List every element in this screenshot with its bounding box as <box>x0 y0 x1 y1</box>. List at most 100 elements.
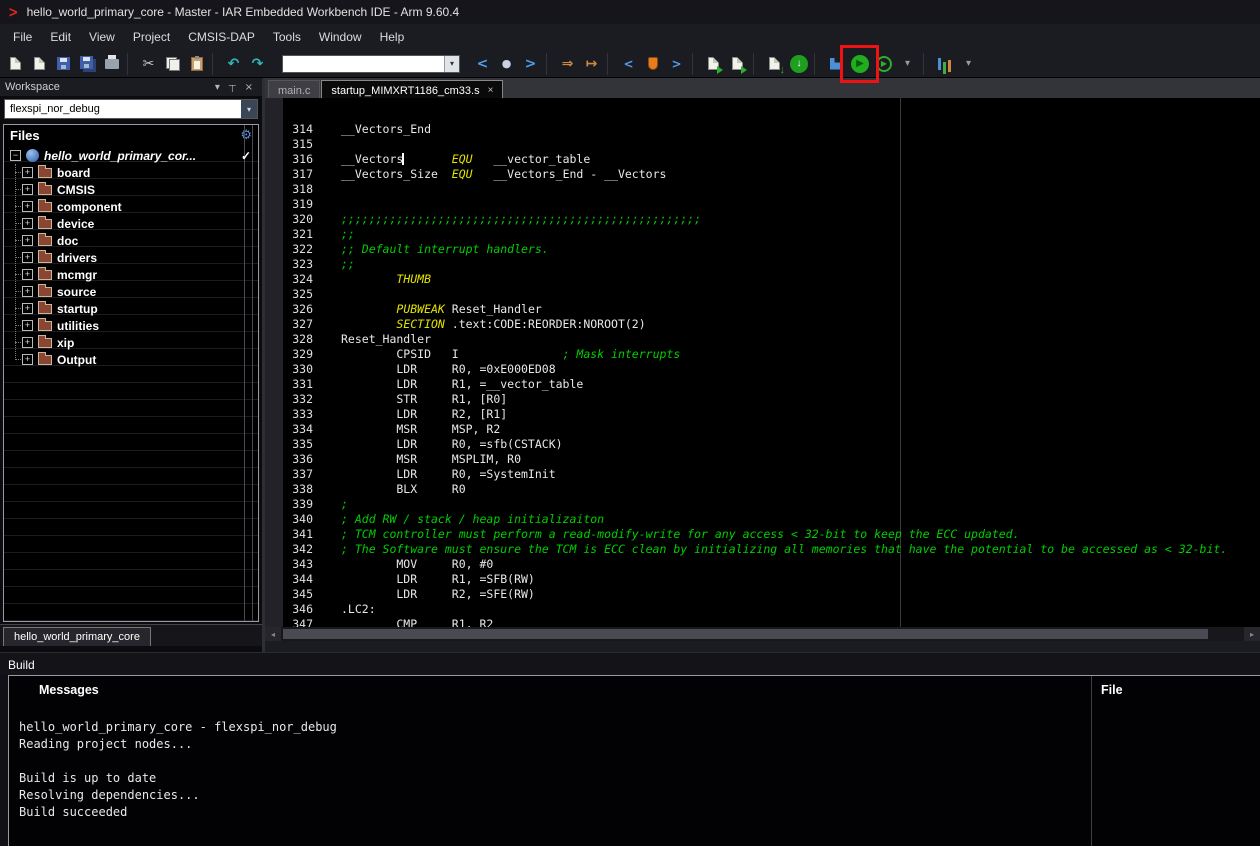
tree-group-drivers[interactable]: +drivers <box>16 249 258 266</box>
tree-group-source[interactable]: +source <box>16 283 258 300</box>
toolbar-search-value[interactable] <box>283 56 444 72</box>
cstat-dropdown-icon[interactable]: ▾ <box>957 53 980 75</box>
goto-source-icon[interactable]: ⇒ <box>556 53 579 75</box>
workspace-tab[interactable]: hello_world_primary_core <box>3 627 151 646</box>
compile-icon-glyph <box>717 66 723 74</box>
redo-icon[interactable]: ↷ <box>246 53 269 75</box>
config-selector[interactable]: flexspi_nor_debug ▾ <box>4 99 258 119</box>
collapse-box-icon[interactable]: − <box>10 150 21 161</box>
next-bookmark-icon[interactable]: > <box>665 53 688 75</box>
tree-group-device[interactable]: +device <box>16 215 258 232</box>
tree-group-output[interactable]: +Output <box>16 351 258 368</box>
close-tab-icon[interactable]: × <box>488 85 494 96</box>
expand-box-icon[interactable]: + <box>22 252 33 263</box>
gear-icon[interactable]: ⚙ <box>240 128 252 143</box>
code-view[interactable]: 314__Vectors_End315316__Vectors EQU __ve… <box>265 98 1260 627</box>
nav-forward-icon[interactable]: > <box>519 53 542 75</box>
menu-item-cmsis-dap[interactable]: CMSIS-DAP <box>179 26 264 48</box>
save-icon-glyph <box>57 57 70 70</box>
tree-group-component[interactable]: +component <box>16 198 258 215</box>
scroll-left-arrow-icon[interactable]: ◂ <box>265 627 281 641</box>
code-line: 314__Vectors_End <box>265 122 1260 137</box>
copy-icon[interactable] <box>161 53 184 75</box>
build-message: hello_world_primary_core - flexspi_nor_d… <box>19 720 1260 737</box>
build-log-panel: Messages File hello_world_primary_core -… <box>8 675 1260 846</box>
search-dropdown-icon[interactable]: ▾ <box>444 56 459 72</box>
expand-box-icon[interactable]: + <box>22 354 33 365</box>
expand-box-icon[interactable]: + <box>22 201 33 212</box>
code-line: 328Reset_Handler <box>265 332 1260 347</box>
browse-symbol-icon[interactable]: ● <box>495 53 518 75</box>
cstat-analysis-icon-glyph <box>938 58 951 70</box>
menu-item-file[interactable]: File <box>4 26 41 48</box>
build-pane-tab[interactable]: Build <box>0 652 1260 675</box>
cut-icon[interactable]: ✂ <box>137 53 160 75</box>
menu-item-view[interactable]: View <box>80 26 124 48</box>
toggle-bookmark-icon[interactable] <box>641 53 664 75</box>
folder-icon <box>38 304 52 314</box>
prev-bookmark-icon[interactable]: < <box>617 53 640 75</box>
open-file-icon[interactable] <box>28 53 51 75</box>
debug-dropdown-icon[interactable]: ▾ <box>896 53 919 75</box>
expand-box-icon[interactable]: + <box>22 218 33 229</box>
scroll-right-arrow-icon[interactable]: ▸ <box>1244 627 1260 641</box>
close-icon[interactable]: × <box>241 82 257 93</box>
expand-box-icon[interactable]: + <box>22 320 33 331</box>
expand-box-icon[interactable]: + <box>22 184 33 195</box>
tree-group-startup[interactable]: +startup <box>16 300 258 317</box>
line-number: 347 <box>265 617 321 627</box>
tree-group-doc[interactable]: + doc <box>16 232 258 249</box>
line-number: 324 <box>265 272 321 287</box>
files-header-label: Files <box>10 128 40 143</box>
scrollbar-track[interactable] <box>281 627 1244 641</box>
menu-item-help[interactable]: Help <box>371 26 414 48</box>
expand-box-icon[interactable]: + <box>22 286 33 297</box>
expand-box-icon[interactable]: + <box>22 337 33 348</box>
scrollbar-thumb[interactable] <box>283 629 1208 639</box>
download-and-debug-button[interactable]: ▶ <box>848 53 871 75</box>
menu-item-project[interactable]: Project <box>124 26 179 48</box>
tree-group-board[interactable]: +board <box>16 164 258 181</box>
nav-back-icon[interactable]: < <box>471 53 494 75</box>
menu-item-tools[interactable]: Tools <box>264 26 310 48</box>
menu-item-edit[interactable]: Edit <box>41 26 80 48</box>
menu-item-window[interactable]: Window <box>310 26 371 48</box>
print-icon[interactable] <box>100 53 123 75</box>
cstat-analysis-icon[interactable] <box>933 53 956 75</box>
erase-make-icon[interactable] <box>824 53 847 75</box>
expand-box-icon[interactable]: + <box>22 303 33 314</box>
panel-menu-icon[interactable]: ▾ <box>211 82 224 93</box>
save-all-icon[interactable] <box>76 53 99 75</box>
expand-box-icon[interactable]: + <box>22 269 33 280</box>
tree-group-xip[interactable]: +xip <box>16 334 258 351</box>
tree-group-utilities[interactable]: +utilities <box>16 317 258 334</box>
editor-tab-main-c[interactable]: main.c <box>268 80 320 98</box>
copy-icon-glyph <box>166 57 180 71</box>
pin-icon[interactable]: ⊥ <box>224 82 241 93</box>
undo-icon[interactable]: ↶ <box>222 53 245 75</box>
make-icon[interactable] <box>726 53 749 75</box>
expand-box-icon[interactable]: + <box>22 235 33 246</box>
download-icon[interactable]: ↓ <box>763 53 786 75</box>
tree-group-mcmgr[interactable]: +mcmgr <box>16 266 258 283</box>
download-active-icon[interactable]: ↓ <box>787 53 810 75</box>
tree-project-root[interactable]: −hello_world_primary_cor...✓ <box>4 147 258 164</box>
compile-icon[interactable] <box>702 53 725 75</box>
paste-icon[interactable] <box>185 53 208 75</box>
column-divider[interactable] <box>1091 676 1092 846</box>
new-file-icon[interactable] <box>4 53 27 75</box>
prev-bookmark-icon-glyph: < <box>623 58 633 70</box>
line-text: LDR R2, [R1] <box>341 407 507 422</box>
config-selector-value[interactable]: flexspi_nor_debug <box>5 100 241 118</box>
save-icon[interactable] <box>52 53 75 75</box>
search-combo[interactable]: ▾ <box>282 55 460 73</box>
editor-tab-startup-mimxrt1186-cm33-s[interactable]: startup_MIMXRT1186_cm33.s× <box>321 80 503 98</box>
horizontal-scrollbar[interactable]: ◂ ▸ <box>265 627 1260 641</box>
config-dropdown-icon[interactable]: ▾ <box>241 100 257 118</box>
code-line: 336 MSR MSPLIM, R0 <box>265 452 1260 467</box>
expand-box-icon[interactable]: + <box>22 167 33 178</box>
tree-group-cmsis[interactable]: +CMSIS <box>16 181 258 198</box>
toggle-header-source-icon[interactable]: ↦ <box>580 53 603 75</box>
group-label: doc <box>57 234 78 248</box>
debug-without-downloading-button[interactable]: ▶ <box>872 53 895 75</box>
